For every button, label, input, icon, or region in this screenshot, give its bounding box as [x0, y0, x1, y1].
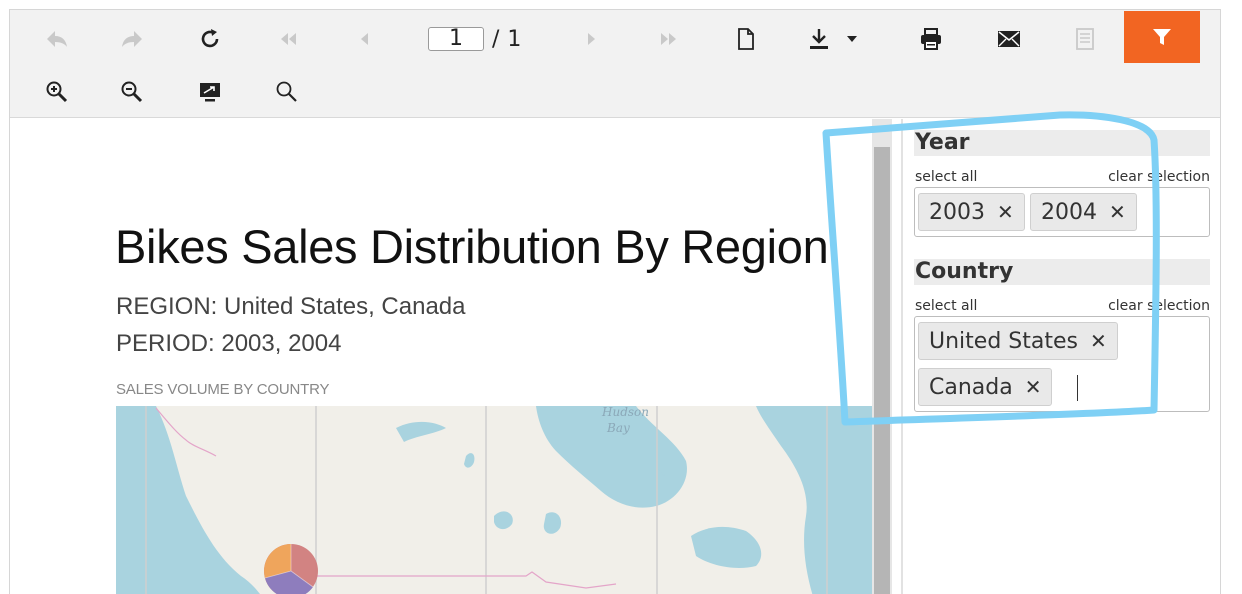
remove-tag-icon[interactable]: ✕	[1090, 329, 1107, 353]
year-select-all-link[interactable]: select all	[915, 169, 977, 185]
remove-tag-icon[interactable]: ✕	[1025, 375, 1042, 399]
region-line: REGION: United States, Canada	[116, 293, 466, 320]
page-navigator: 1 / 1	[428, 25, 521, 53]
report-scrollbar[interactable]	[872, 119, 892, 594]
page-number-input[interactable]: 1	[428, 27, 484, 51]
report-icon[interactable]	[1065, 19, 1105, 59]
year-clear-selection-link[interactable]: clear selection	[1108, 169, 1210, 185]
report-page: Bikes Sales Distribution By Region REGIO…	[10, 119, 872, 594]
fullscreen-icon[interactable]	[190, 72, 230, 112]
scrollbar-thumb[interactable]	[874, 147, 890, 594]
next-page-icon[interactable]	[572, 19, 612, 59]
year-tag-2003: 2003 ✕	[918, 193, 1025, 231]
country-tag-united-states: United States ✕	[918, 322, 1118, 360]
zoom-out-icon[interactable]	[112, 72, 152, 112]
back-icon[interactable]	[37, 19, 77, 59]
filter-panel: Year select all clear selection 2003 ✕ 2…	[904, 119, 1220, 594]
zoom-in-icon[interactable]	[37, 72, 77, 112]
email-icon[interactable]	[989, 19, 1029, 59]
map-label-hudson-bay: Hudson	[601, 406, 649, 419]
forward-icon[interactable]	[112, 19, 152, 59]
country-tag-input[interactable]: United States ✕ Canada ✕	[914, 316, 1210, 412]
sales-map[interactable]: Hudson Bay	[116, 405, 872, 594]
map-label-hudson-bay-2: Bay	[606, 421, 630, 435]
report-viewer: 1 / 1 Bikes Sales Distribution By Region…	[9, 9, 1221, 594]
prev-page-icon[interactable]	[344, 19, 384, 59]
tag-label: 2003	[929, 199, 985, 225]
refresh-icon[interactable]	[190, 19, 230, 59]
download-icon[interactable]	[804, 19, 868, 59]
map-caption: SALES VOLUME BY COUNTRY	[116, 381, 330, 398]
toolbar: 1 / 1	[10, 10, 1220, 118]
remove-tag-icon[interactable]: ✕	[1109, 200, 1126, 224]
country-tag-canada: Canada ✕	[918, 368, 1053, 406]
year-filter-heading: Year	[914, 130, 1210, 156]
remove-tag-icon[interactable]: ✕	[997, 200, 1014, 224]
period-line: PERIOD: 2003, 2004	[116, 330, 342, 357]
print-icon[interactable]	[911, 19, 951, 59]
page-separator: /	[492, 26, 500, 52]
report-title: Bikes Sales Distribution By Region	[115, 220, 829, 273]
search-icon[interactable]	[267, 72, 307, 112]
year-tag-input[interactable]: 2003 ✕ 2004 ✕	[914, 187, 1210, 237]
tag-label: 2004	[1041, 199, 1097, 225]
text-cursor	[1077, 375, 1078, 401]
country-clear-selection-link[interactable]: clear selection	[1108, 298, 1210, 314]
document-icon[interactable]	[726, 19, 766, 59]
filter-icon	[1153, 29, 1171, 45]
country-filter-heading: Country	[914, 259, 1210, 285]
first-page-icon[interactable]	[268, 19, 308, 59]
year-tag-2004: 2004 ✕	[1030, 193, 1137, 231]
filter-toggle-button[interactable]	[1124, 11, 1200, 63]
page-total: 1	[507, 26, 522, 52]
tag-label: Canada	[929, 374, 1013, 400]
country-select-all-link[interactable]: select all	[915, 298, 977, 314]
tag-label: United States	[929, 328, 1078, 354]
last-page-icon[interactable]	[649, 19, 689, 59]
panel-divider	[901, 119, 903, 594]
